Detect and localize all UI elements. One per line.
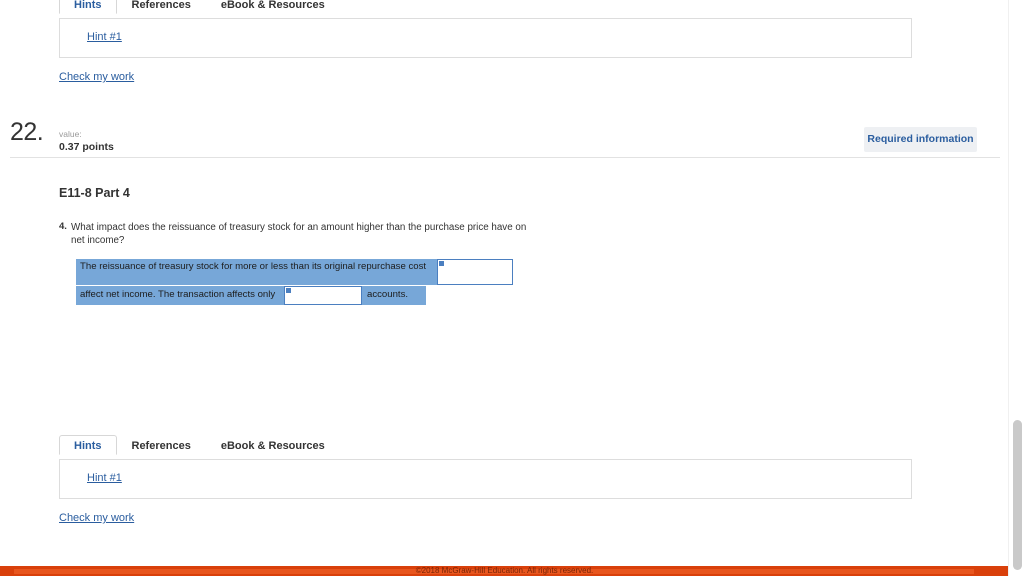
tab-label: References (131, 440, 191, 452)
tab-label: eBook & Resources (220, 0, 325, 11)
value-label: value: (59, 129, 82, 139)
header-divider (10, 157, 1000, 158)
tab-label: Hints (74, 0, 102, 11)
hint-panel-top: Hint #1 (59, 18, 912, 58)
bottom-tabstrip: Hints References eBook & Resources (59, 433, 340, 455)
page-content: Hints References eBook & Resources Hint … (0, 0, 1009, 576)
answer-blank-1-input[interactable] (437, 259, 513, 285)
points-value: 0.37 points (59, 140, 114, 153)
tab-hints-bottom[interactable]: Hints (59, 435, 117, 455)
sub-question-number: 4. (59, 221, 67, 232)
statement-row-1: The reissuance of treasury stock for mor… (76, 259, 513, 285)
sub-question-prompt: What impact does the reissuance of treas… (71, 222, 527, 246)
tab-references-top[interactable]: References (117, 0, 206, 14)
answer-statement: The reissuance of treasury stock for mor… (76, 259, 513, 305)
tab-hints-top[interactable]: Hints (59, 0, 117, 14)
tab-references-bottom[interactable]: References (117, 435, 206, 455)
tab-label: References (131, 0, 191, 11)
footer-copyright: ©2018 McGraw-Hill Education. All rights … (415, 566, 594, 575)
tab-ebook-resources-bottom[interactable]: eBook & Resources (206, 435, 340, 455)
question-value: value: 0.37 points (59, 130, 114, 152)
vertical-scrollbar-thumb[interactable] (1013, 420, 1022, 570)
tab-ebook-resources-top[interactable]: eBook & Resources (206, 0, 340, 14)
check-my-work-link-bottom[interactable]: Check my work (59, 512, 134, 524)
check-my-work-link-top[interactable]: Check my work (59, 71, 134, 83)
hint-1-link-top[interactable]: Hint #1 (87, 31, 122, 43)
answer-blank-1-wrap (437, 259, 513, 285)
answer-blank-2-wrap (284, 286, 362, 305)
hint-panel-bottom: Hint #1 (59, 459, 912, 499)
answer-blank-2-input[interactable] (284, 286, 362, 305)
top-tabstrip: Hints References eBook & Resources (59, 0, 340, 14)
statement-fragment-3: accounts. (362, 286, 426, 305)
tab-label: Hints (74, 440, 102, 452)
vertical-scrollbar-track[interactable] (1008, 0, 1024, 576)
statement-fragment-2: affect net income. The transaction affec… (76, 286, 284, 305)
required-information-button[interactable]: Required information (864, 127, 977, 152)
tab-label: eBook & Resources (220, 440, 325, 452)
question-header: 22. value: 0.37 points Required informat… (0, 118, 1009, 158)
page-footer: ©2018 McGraw-Hill Education. All rights … (0, 566, 1009, 576)
statement-row-2: affect net income. The transaction affec… (76, 286, 513, 305)
hint-1-link-bottom[interactable]: Hint #1 (87, 472, 122, 484)
exercise-title: E11-8 Part 4 (59, 186, 130, 200)
question-number: 22. (10, 118, 44, 146)
statement-fragment-1: The reissuance of treasury stock for mor… (76, 259, 437, 285)
